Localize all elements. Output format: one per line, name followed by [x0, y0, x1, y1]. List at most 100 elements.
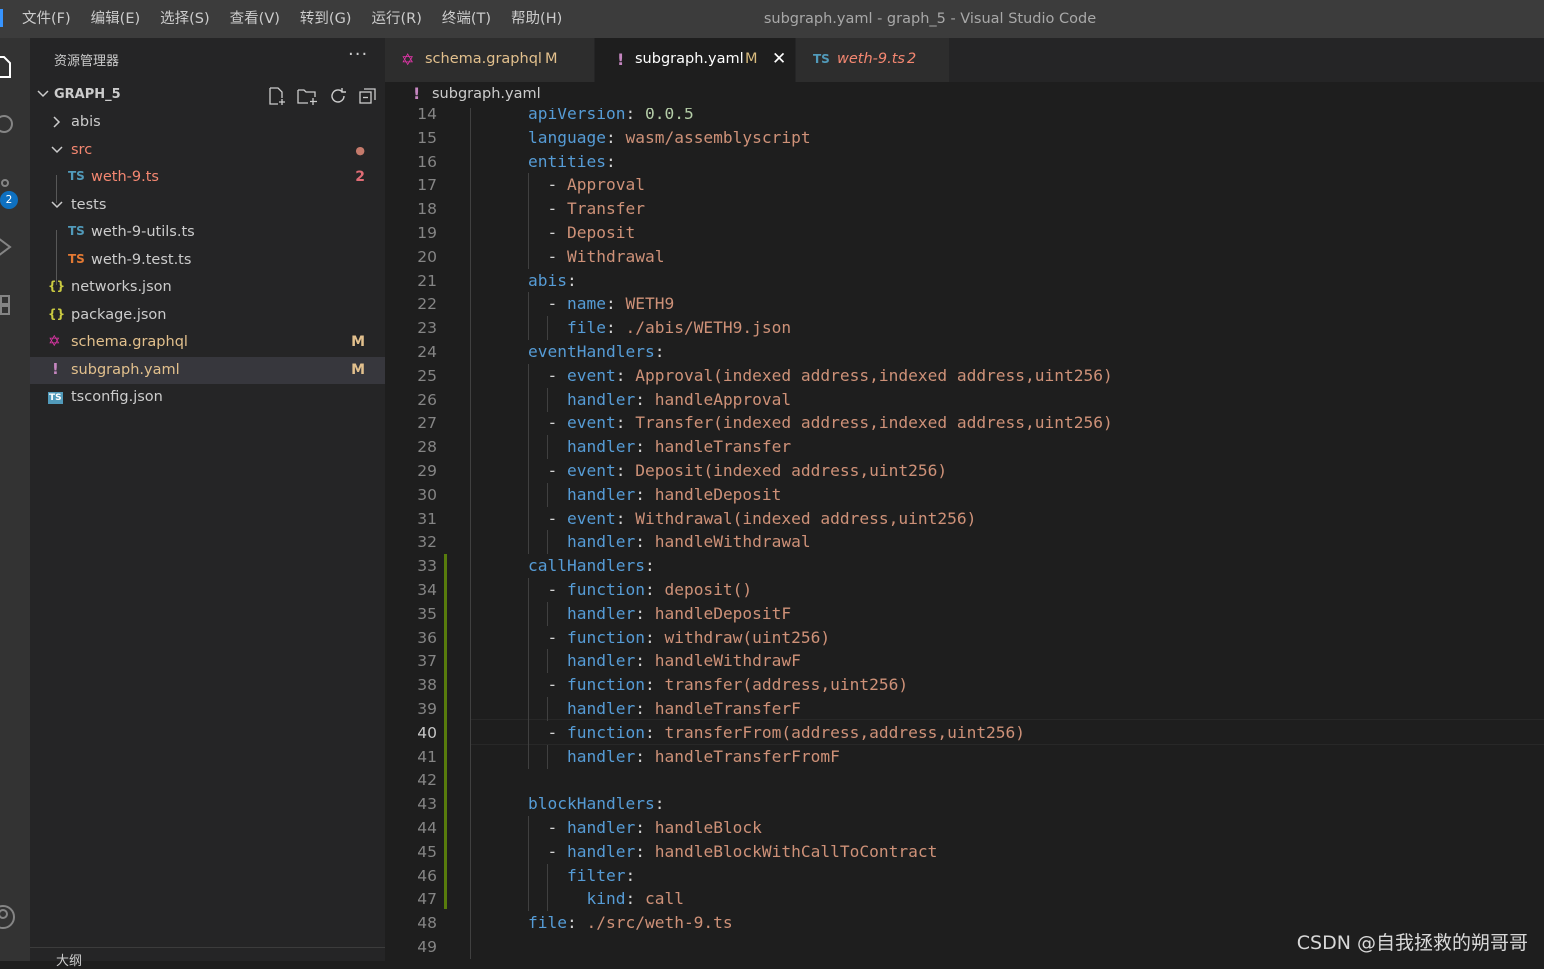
explorer-sidebar: 资源管理器 ··· GRAPH_5 abis src ● TS weth-9.ts 2 te…	[30, 38, 385, 969]
line-number: 35	[417, 604, 437, 623]
menu-item[interactable]: 帮助(H)	[501, 0, 572, 38]
run-debug-icon[interactable]	[0, 226, 30, 266]
code-token: handleBlock	[654, 818, 762, 837]
code-text: - event: Withdrawal(indexed address,uint…	[528, 507, 976, 531]
menu-item[interactable]: 终端(T)	[432, 0, 501, 38]
code-line: 20 - Withdrawal	[385, 244, 1544, 269]
tree-item-label: networks.json	[71, 279, 172, 295]
code-token: event	[566, 365, 616, 385]
tree-file[interactable]: TS weth-9-utils.ts	[30, 219, 385, 247]
tab-weth-9-ts[interactable]: TS weth-9.ts 2	[796, 38, 950, 82]
menu-item[interactable]: 编辑(E)	[81, 0, 150, 38]
code-token: Transfer(indexed address,indexed address…	[635, 413, 1113, 433]
collapse-all-button[interactable]	[357, 85, 379, 107]
explorer-icon[interactable]	[0, 46, 30, 86]
code-text: entities:	[528, 150, 616, 174]
code-token: event	[566, 508, 616, 528]
code-token: handleDeposit	[654, 484, 782, 504]
workspace-section-header[interactable]: GRAPH_5	[30, 82, 385, 108]
code-token: :	[605, 294, 626, 314]
code-token: :	[644, 580, 665, 599]
tree-folder[interactable]: abis	[30, 109, 385, 137]
tree-file[interactable]: TS tsconfig.json	[30, 384, 385, 412]
indent-guide	[470, 863, 471, 888]
code-token: :	[615, 413, 636, 433]
indent-guide	[528, 887, 529, 912]
close-tab-icon[interactable]: ✕	[772, 49, 786, 69]
code-token: :	[635, 389, 655, 409]
line-number: 16	[417, 152, 437, 171]
search-icon[interactable]	[0, 104, 30, 144]
tab-subgraph-yaml[interactable]: ! subgraph.yaml M ✕	[595, 38, 796, 82]
code-text: - event: Deposit(indexed address,uint256…	[528, 459, 947, 483]
indent-guide	[470, 268, 471, 293]
indent-guide	[470, 887, 471, 912]
code-token: -	[528, 294, 567, 314]
menu-item[interactable]: 选择(S)	[150, 0, 220, 38]
code-text: handler: handleApproval	[528, 388, 791, 412]
code-line: 39 handler: handleTransferF	[385, 697, 1544, 721]
tab-schema-graphql[interactable]: ✡ schema.graphql M	[385, 38, 595, 82]
code-token: :	[635, 746, 655, 766]
code-line: 33 callHandlers:	[385, 554, 1544, 579]
code-token: :	[635, 603, 655, 623]
code-text: handler: handleTransferFromF	[528, 745, 840, 769]
indent-guide	[470, 411, 471, 436]
new-file-button[interactable]	[266, 85, 288, 107]
code-editor[interactable]: 14 apiVersion: 0.0.5 15 language: wasm/asse…	[385, 108, 1544, 961]
code-token: language	[528, 127, 606, 147]
code-token: callHandlers	[528, 556, 645, 576]
account-icon[interactable]	[0, 896, 30, 936]
code-line: 46 filter:	[385, 863, 1544, 888]
line-number: 32	[417, 533, 437, 552]
yaml-file-icon: !	[413, 84, 421, 103]
tree-file[interactable]: TS weth-9.ts 2	[30, 164, 385, 192]
code-token: -	[528, 818, 567, 837]
menu-item[interactable]: 查看(V)	[220, 0, 290, 38]
line-number: 38	[417, 676, 437, 695]
menu-item[interactable]: 运行(R)	[361, 0, 431, 38]
error-dot-badge: ●	[355, 143, 365, 157]
more-actions-button[interactable]: ···	[348, 44, 368, 65]
indent-guide	[470, 601, 471, 626]
code-line: 17 - Approval	[385, 173, 1544, 198]
tree-file[interactable]: TS weth-9.test.ts	[30, 247, 385, 275]
indent-guide	[528, 578, 529, 602]
refresh-button[interactable]	[327, 85, 349, 107]
outline-section-header[interactable]: 大纲	[30, 947, 385, 969]
code-token: 0.0.5	[644, 108, 694, 123]
tree-file[interactable]: ! subgraph.yaml M	[30, 356, 385, 384]
code-line: 26 handler: handleApproval	[385, 387, 1544, 412]
indent-guide	[547, 863, 549, 888]
code-text: - event: Approval(indexed address,indexe…	[528, 364, 1112, 388]
menu-item[interactable]: 文件(F)	[12, 0, 81, 38]
indent-guide	[528, 625, 529, 650]
window-title: subgraph.yaml - graph_5 - Visual Studio …	[763, 11, 1097, 27]
tree-item-label: schema.graphql	[71, 334, 188, 350]
tree-folder[interactable]: tests	[30, 192, 385, 220]
indent-guide	[528, 839, 529, 864]
tree-folder[interactable]: src ●	[30, 137, 385, 165]
code-token: file	[528, 913, 567, 933]
tree-file[interactable]: {} package.json	[30, 302, 385, 330]
tree-file[interactable]: ✡ schema.graphql M	[30, 329, 385, 357]
tree-item-label: abis	[71, 114, 101, 130]
indent-guide	[470, 173, 471, 198]
breadcrumb-file[interactable]: subgraph.yaml	[432, 86, 541, 102]
tree-file[interactable]: {} networks.json	[30, 274, 385, 302]
menu-item[interactable]: 转到(G)	[290, 0, 362, 38]
code-token: handleBlockWithCallToContract	[654, 841, 938, 861]
indent-guide	[470, 459, 471, 483]
vscode-logo-icon[interactable]	[0, 9, 3, 27]
code-token: :	[615, 461, 636, 480]
indent-guide	[470, 530, 471, 555]
indent-guide	[528, 506, 529, 531]
new-folder-button[interactable]	[296, 85, 318, 107]
code-token: -	[528, 175, 567, 195]
code-token: -	[528, 508, 567, 528]
code-text: callHandlers:	[528, 554, 655, 578]
line-number: 40	[417, 723, 437, 742]
extensions-icon[interactable]	[0, 284, 30, 324]
indent-guide	[547, 601, 549, 626]
code-token: :	[605, 318, 626, 338]
